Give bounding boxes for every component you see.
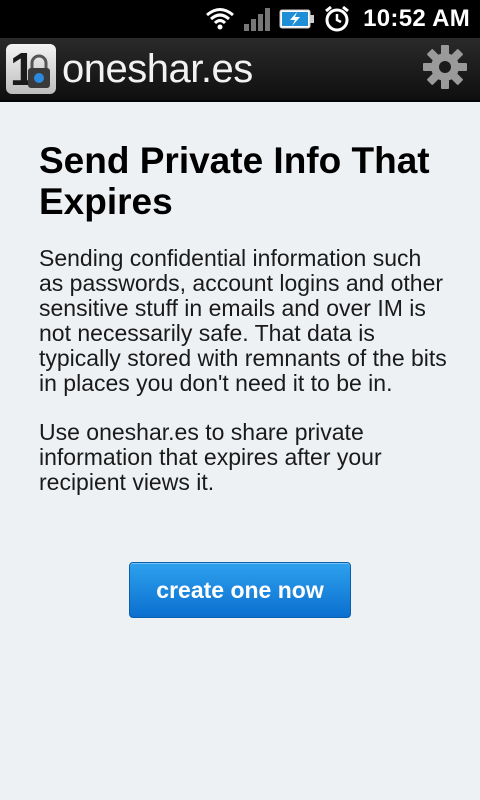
create-one-now-button[interactable]: create one now bbox=[129, 562, 351, 618]
settings-button[interactable] bbox=[420, 44, 470, 94]
status-time: 10:52 AM bbox=[363, 5, 470, 32]
main-content: Send Private Info That Expires Sending c… bbox=[39, 140, 449, 495]
signal-icon bbox=[243, 6, 271, 32]
usage-paragraph: Use oneshar.es to share private informat… bbox=[39, 419, 382, 495]
status-bar: 10:52 AM bbox=[0, 0, 480, 38]
wifi-icon bbox=[205, 6, 235, 32]
lock-icon bbox=[26, 54, 52, 94]
app-bar: 1 oneshar.es bbox=[0, 38, 480, 102]
alarm-icon bbox=[323, 5, 351, 33]
app-title: oneshar.es bbox=[62, 46, 253, 91]
gear-icon bbox=[422, 44, 468, 95]
page-title: Send Private Info That Expires bbox=[39, 140, 430, 222]
intro-paragraph: Sending confidential information such as… bbox=[39, 245, 447, 396]
logo-badge: 1 bbox=[6, 44, 56, 94]
battery-charging-icon bbox=[279, 7, 315, 31]
app-logo: 1 oneshar.es bbox=[6, 44, 253, 94]
